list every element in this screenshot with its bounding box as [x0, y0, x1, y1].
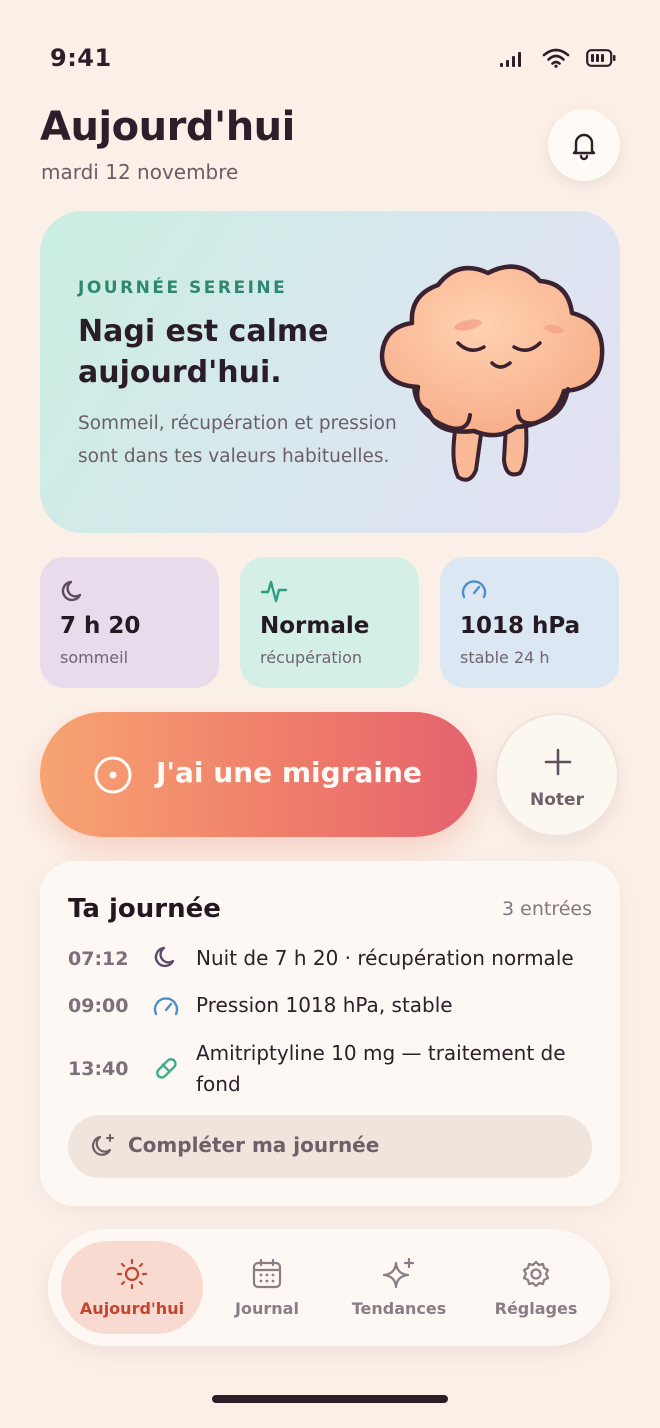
- tab-label: Journal: [235, 1299, 299, 1318]
- status-hero-card: JOURNÉE SEREINE Nagi est calme aujourd'h…: [40, 211, 620, 533]
- metric-value: Normale: [260, 613, 370, 639]
- entry-text[interactable]: Pression 1018 hPa, stable: [196, 990, 576, 1021]
- tab-journal[interactable]: Journal: [196, 1241, 338, 1334]
- metric-card-sleep[interactable]: 7 h 20 sommeil: [40, 557, 219, 688]
- status-time: 9:41: [50, 44, 112, 72]
- plus-icon: [544, 748, 572, 776]
- sun-icon: [116, 1258, 148, 1290]
- migraine-button-label: J'ai une migraine: [156, 756, 422, 789]
- tab-label: Réglages: [494, 1299, 578, 1318]
- tab-settings[interactable]: Réglages: [465, 1241, 607, 1334]
- entry-count: 3 entrées: [502, 898, 592, 920]
- wifi-icon: [542, 48, 570, 68]
- tab-label: Tendances: [351, 1299, 447, 1318]
- hero-kicker: JOURNÉE SEREINE: [78, 278, 288, 298]
- notifications-button[interactable]: [548, 109, 620, 181]
- tab-bar: Aujourd'hui Journal Tendances Réglages: [48, 1229, 610, 1346]
- battery-icon: [586, 49, 616, 67]
- note-button[interactable]: Noter: [495, 713, 619, 837]
- mascot-illustration: [379, 264, 605, 482]
- heartbeat-icon: [260, 580, 288, 603]
- entry-text[interactable]: Amitriptyline 10 mg — traitement de fond: [196, 1038, 576, 1100]
- moon-icon: [154, 946, 175, 968]
- metric-label: sommeil: [60, 648, 129, 667]
- home-indicator: [212, 1395, 448, 1403]
- metric-label: stable 24 h: [460, 648, 550, 667]
- page-title: Aujourd'hui: [40, 104, 295, 150]
- calendar-icon: [252, 1258, 282, 1289]
- metric-card-pressure[interactable]: 1018 hPa stable 24 h: [440, 557, 619, 688]
- entry-text[interactable]: Nuit de 7 h 20 · récupération normale: [196, 943, 576, 974]
- note-button-label: Noter: [530, 790, 584, 810]
- tab-today[interactable]: Aujourd'hui: [61, 1241, 203, 1334]
- complete-day-button[interactable]: Compléter ma journée: [68, 1115, 592, 1178]
- hero-title: Nagi est calme aujourd'hui.: [78, 314, 329, 390]
- tab-trends[interactable]: Tendances: [328, 1241, 470, 1334]
- migraine-button[interactable]: J'ai une migraine: [40, 712, 477, 837]
- pill-icon: [156, 1058, 177, 1079]
- status-icons: [500, 48, 616, 68]
- metric-value: 1018 hPa: [460, 613, 581, 639]
- gauge-icon: [153, 997, 179, 1016]
- page-date: mardi 12 novembre: [41, 160, 239, 184]
- gauge-icon: [461, 580, 487, 599]
- moon-plus-icon: [91, 1134, 114, 1156]
- entry-time: 07:12: [68, 948, 129, 970]
- tab-label: Aujourd'hui: [79, 1299, 185, 1318]
- day-card: Ta journée 3 entrées 07:12 Nuit de 7 h 2…: [40, 861, 620, 1206]
- metric-card-recovery[interactable]: Normale récupération: [240, 557, 419, 688]
- hero-body: Sommeil, récupération et pression sont d…: [78, 413, 397, 467]
- signal-icon: [500, 52, 521, 67]
- day-title: Ta journée: [68, 894, 221, 924]
- gear-icon: [522, 1260, 550, 1288]
- complete-day-label: Compléter ma journée: [128, 1133, 380, 1157]
- target-icon: [94, 756, 132, 794]
- metric-value: 7 h 20: [60, 613, 141, 639]
- bell-icon: [572, 133, 596, 161]
- sparkle-icon: [382, 1257, 415, 1289]
- entry-time: 09:00: [68, 995, 129, 1017]
- metric-label: récupération: [260, 648, 363, 667]
- moon-icon: [61, 580, 82, 602]
- entry-time: 13:40: [68, 1058, 129, 1080]
